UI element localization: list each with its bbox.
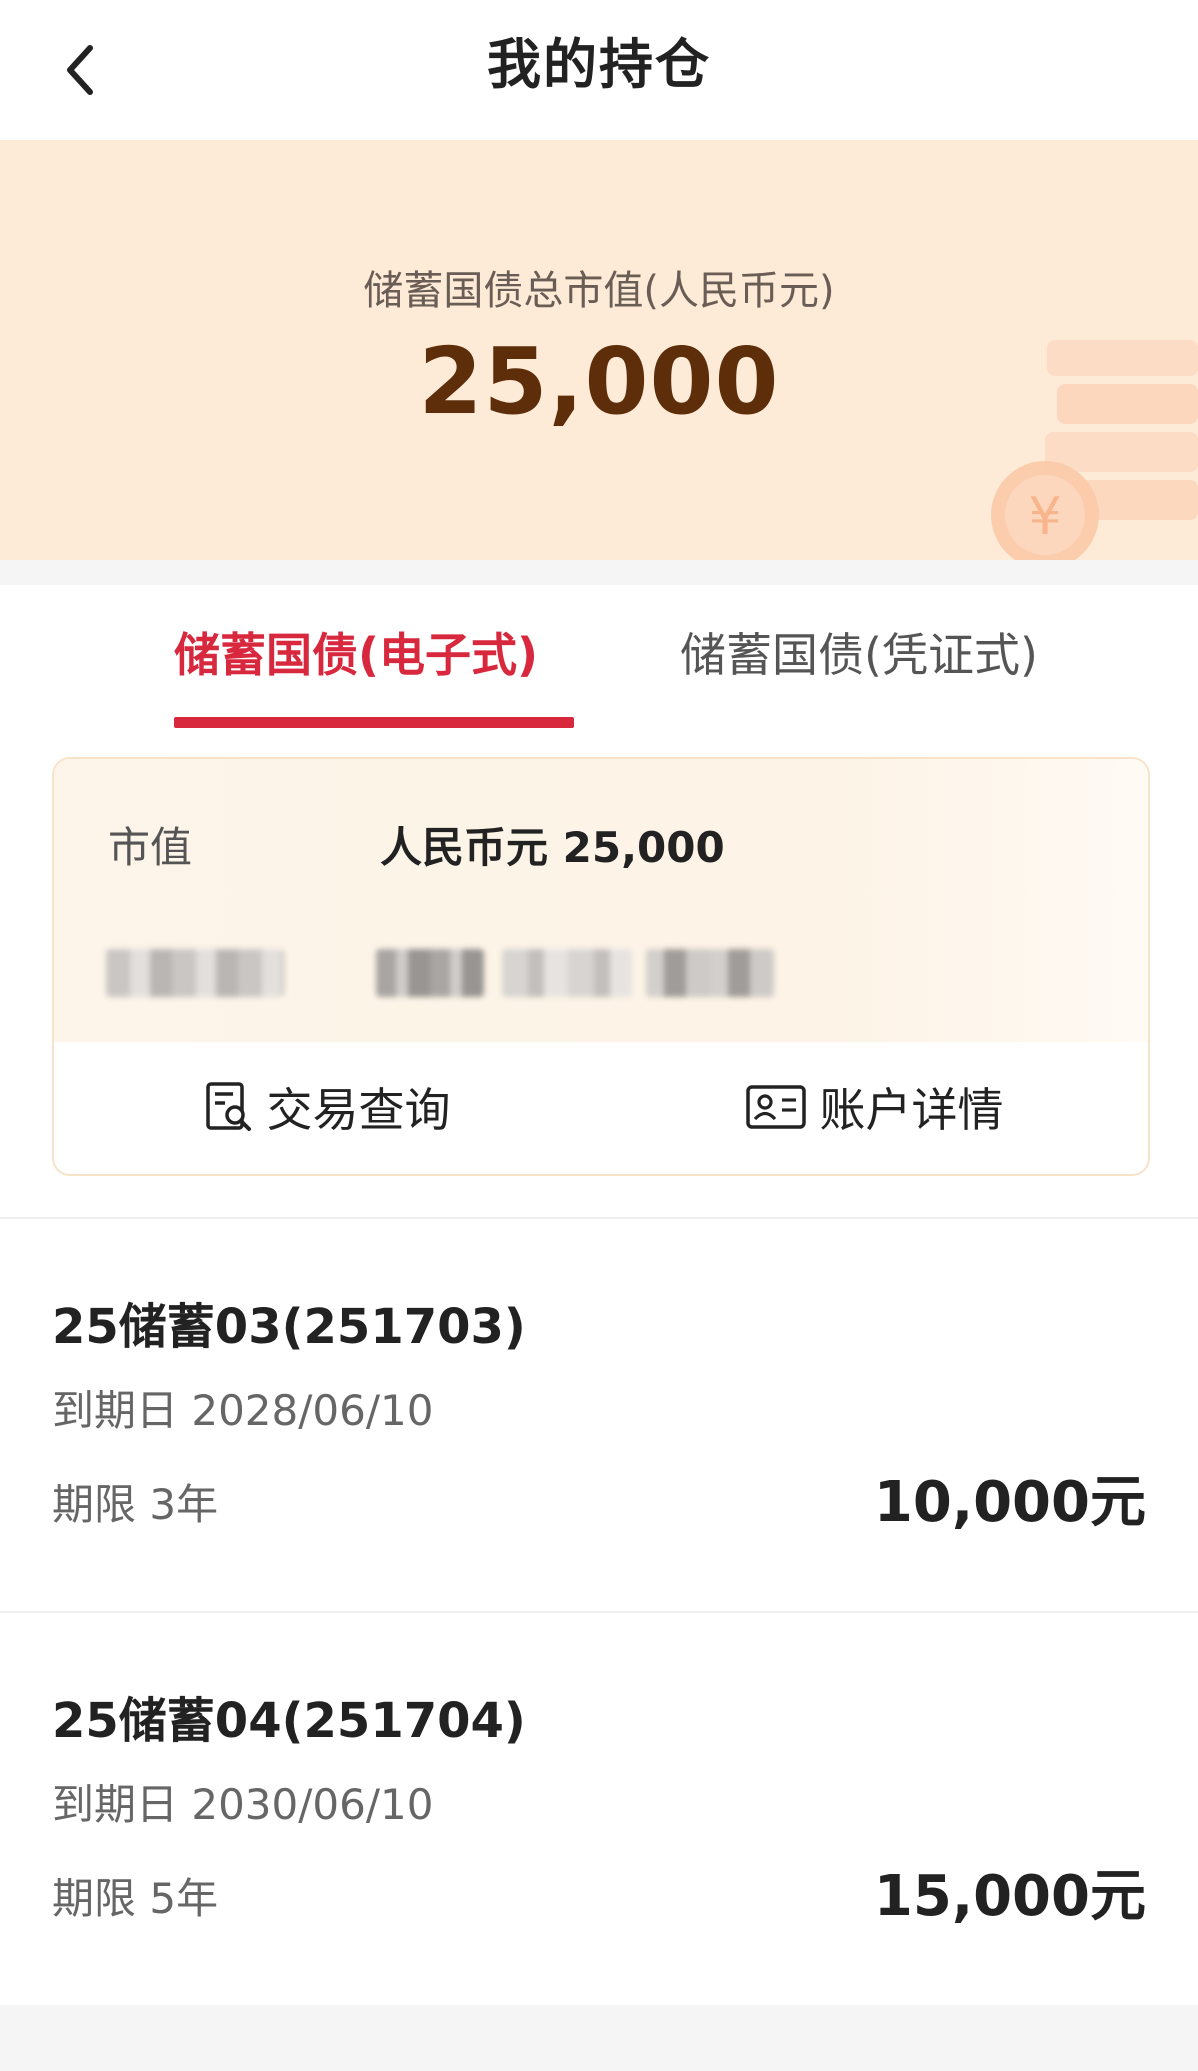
account-card-summary: 市值 人民币元 25,000 <box>54 759 1148 1042</box>
bond-name: 25储蓄04(251704) <box>52 1693 526 1749</box>
bond-name: 25储蓄03(251703) <box>52 1299 526 1355</box>
account-details-label: 账户详情 <box>819 1083 1004 1137</box>
bond-maturity-date: 到期日 2028/06/10 <box>52 1386 434 1435</box>
yuan-coin-icon: ¥ <box>991 340 1198 560</box>
tab-electronic-bonds[interactable]: 储蓄国债(电子式) <box>174 585 538 735</box>
masked-account-number <box>376 949 484 997</box>
account-card: 市值 人民币元 25,000 交易查询 账户详情 <box>52 757 1150 1176</box>
bond-item[interactable]: 25储蓄04(251704) 到期日 2030/06/10 期限 5年 15,0… <box>0 1613 1198 2005</box>
transaction-query-button[interactable]: 交易查询 <box>54 1042 601 1172</box>
bond-term: 期限 5年 <box>52 1874 219 1923</box>
market-value-amount: 人民币元 25,000 <box>380 823 725 872</box>
transaction-query-label: 交易查询 <box>266 1083 451 1137</box>
id-card-icon <box>745 1085 806 1129</box>
bond-term: 期限 3年 <box>52 1480 219 1529</box>
tab-certificate-bonds[interactable]: 储蓄国债(凭证式) <box>680 585 1038 735</box>
page-title: 我的持仓 <box>487 33 711 96</box>
bond-amount: 15,000元 <box>873 1864 1146 1929</box>
account-card-actions: 交易查询 账户详情 <box>54 1042 1148 1172</box>
holdings-content: 储蓄国债(电子式) 储蓄国债(凭证式) 市值 人民币元 25,000 交易查询 <box>0 585 1198 2005</box>
masked-account-number <box>502 949 632 997</box>
bond-item[interactable]: 25储蓄03(251703) 到期日 2028/06/10 期限 3年 10,0… <box>0 1219 1198 1611</box>
search-document-icon <box>205 1082 251 1131</box>
bond-amount: 10,000元 <box>873 1470 1146 1535</box>
bond-maturity-date: 到期日 2030/06/10 <box>52 1780 434 1829</box>
masked-account-number <box>646 949 774 997</box>
masked-account-label <box>106 949 284 997</box>
bottom-background <box>0 2005 1198 2071</box>
market-value-label: 市值 <box>108 823 193 872</box>
active-tab-indicator <box>174 717 574 728</box>
top-bar: 我的持仓 <box>0 0 1198 140</box>
svg-text:¥: ¥ <box>1028 487 1061 547</box>
total-value-label: 储蓄国债总市值(人民币元) <box>363 268 835 314</box>
account-details-button[interactable]: 账户详情 <box>601 1042 1148 1172</box>
total-value-banner: 储蓄国债总市值(人民币元) 25,000 ¥ <box>0 140 1198 560</box>
